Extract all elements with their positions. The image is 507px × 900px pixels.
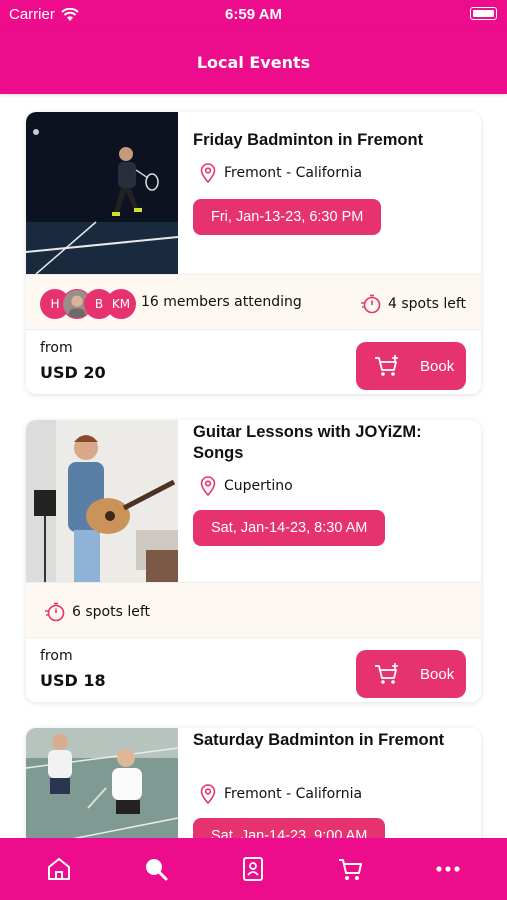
event-card[interactable]: Guitar Lessons with JOYiZM: Songs Cupert…: [26, 420, 481, 702]
profile-card-icon: [243, 857, 264, 881]
stopwatch-icon: [45, 602, 65, 622]
tab-cart[interactable]: [331, 849, 371, 889]
cart-icon: [338, 859, 362, 880]
event-date-chip: Sat, Jan-14-23, 9:00 AM: [193, 818, 386, 838]
event-card[interactable]: Saturday Badminton in Fremont Fremont - …: [26, 728, 481, 838]
event-title[interactable]: Friday Badminton in Fremont: [193, 130, 473, 151]
tab-bar: [0, 838, 507, 900]
event-date-chip: Fri, Jan-13-23, 6:30 PM: [193, 199, 382, 235]
add-to-cart-icon: [375, 663, 398, 684]
price-value: USD 20: [40, 363, 106, 382]
avatar: KM: [106, 289, 136, 319]
book-button-label: Book: [420, 665, 455, 683]
attendance-row: H B KM 16 members attending 4 spots left: [26, 274, 481, 330]
event-location-label: Cupertino: [224, 478, 293, 494]
event-location: Fremont - California: [200, 163, 362, 183]
navigation-bar: Local Events: [0, 30, 507, 94]
event-image: [26, 420, 178, 582]
attendance-row: 6 spots left: [26, 582, 481, 638]
page-title: Local Events: [196, 52, 311, 72]
tab-more[interactable]: [428, 849, 468, 889]
event-title[interactable]: Guitar Lessons with JOYiZM: Songs: [193, 422, 473, 464]
location-pin-icon: [200, 476, 216, 496]
attending-count: 16 members attending: [141, 294, 302, 310]
event-date-chip: Sat, Jan-14-23, 8:30 AM: [193, 510, 386, 546]
events-list[interactable]: Friday Badminton in Fremont Fremont - Ca…: [0, 94, 507, 838]
event-location-label: Fremont - California: [224, 786, 363, 802]
event-location-label: Fremont - California: [224, 165, 363, 181]
book-button[interactable]: Book: [356, 650, 466, 698]
home-icon: [47, 858, 70, 880]
event-card[interactable]: Friday Badminton in Fremont Fremont - Ca…: [26, 112, 481, 394]
price-value: USD 18: [40, 671, 106, 690]
event-image: [26, 728, 178, 838]
search-icon: [146, 859, 168, 881]
tab-profile[interactable]: [233, 849, 273, 889]
tab-home[interactable]: [39, 849, 79, 889]
book-button[interactable]: Book: [356, 342, 466, 390]
attendee-avatars: H B KM: [40, 289, 136, 319]
price-from-label: from: [40, 340, 73, 356]
tab-search[interactable]: [136, 849, 176, 889]
event-location: Fremont - California: [200, 784, 362, 804]
spots-left-label: 4 spots left: [387, 296, 466, 312]
location-pin-icon: [200, 163, 216, 183]
location-pin-icon: [200, 784, 216, 804]
price-from-label: from: [40, 648, 73, 664]
book-button-label: Book: [420, 357, 455, 375]
more-icon: [436, 866, 460, 872]
event-location: Cupertino: [200, 476, 293, 496]
event-title[interactable]: Saturday Badminton in Fremont: [193, 730, 473, 751]
battery-icon: [470, 7, 497, 20]
clock: 6:59 AM: [225, 6, 282, 23]
spots-left: 4 spots left: [360, 293, 466, 315]
event-image: [26, 112, 178, 274]
add-to-cart-icon: [375, 355, 398, 376]
status-bar: Carrier 6:59 AM: [0, 0, 507, 30]
stopwatch-icon: [360, 294, 381, 314]
spots-left-label: 6 spots left: [72, 604, 151, 620]
spots-left: 6 spots left: [44, 601, 150, 623]
